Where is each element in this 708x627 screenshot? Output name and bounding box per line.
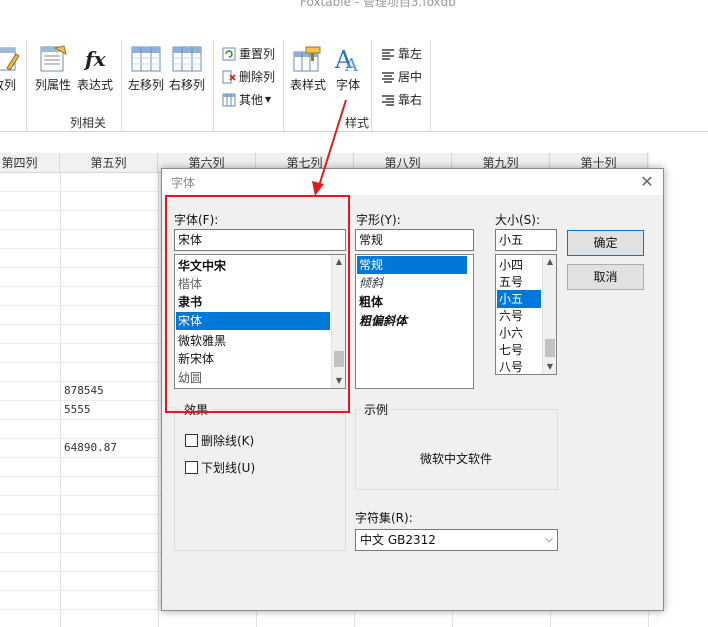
list-item[interactable]: 倾斜	[357, 274, 467, 292]
title-bar: Foxtable - 管理项目3.foxdb	[0, 0, 708, 14]
align-right-button[interactable]: 靠右	[381, 91, 422, 108]
ribbon-separator	[121, 40, 122, 132]
align-right-icon	[382, 94, 394, 106]
svg-text:A: A	[344, 55, 359, 74]
align-right-label: 靠右	[398, 93, 423, 107]
scrollbar[interactable]: ▲ ▼	[542, 255, 556, 374]
align-center-label: 居中	[398, 70, 423, 84]
list-item[interactable]: 五号	[497, 273, 541, 291]
move-left-label: 左移列	[127, 78, 164, 92]
list-item[interactable]: 常规	[357, 256, 467, 274]
font-style-label: 字形(Y):	[356, 213, 401, 227]
cancel-button[interactable]: 取消	[567, 264, 644, 290]
move-right-button[interactable]: 右移列	[167, 44, 207, 93]
align-center-icon	[382, 71, 394, 83]
ribbon-separator	[26, 40, 27, 132]
checkbox-box[interactable]	[185, 434, 198, 447]
delete-column-button[interactable]: 删除列	[222, 68, 275, 85]
list-item[interactable]: 小六	[497, 324, 541, 342]
list-item[interactable]: 八号	[497, 358, 541, 374]
ribbon-separator	[283, 40, 284, 132]
font-size-list[interactable]: 小四 五号 小五 六号 小六 七号 八号 ▲ ▼	[495, 254, 557, 375]
chevron-down-icon: ⌵	[545, 534, 553, 545]
scroll-down-icon[interactable]: ▼	[543, 360, 556, 374]
column-properties-button[interactable]: 列属性	[32, 44, 74, 93]
move-column-left-icon	[131, 46, 161, 72]
expression-label: 表达式	[76, 78, 113, 92]
list-item[interactable]: 小五	[497, 290, 541, 308]
delete-column-label: 删除列	[239, 70, 276, 84]
column-properties-label: 列属性	[34, 78, 71, 92]
delete-column-icon	[222, 70, 236, 83]
font-label: 字体	[335, 78, 360, 92]
checkbox-box[interactable]	[185, 461, 198, 474]
align-left-label: 靠左	[398, 47, 423, 61]
column-header[interactable]: 第四列	[0, 153, 60, 173]
font-size-input[interactable]: 小五	[495, 229, 557, 251]
move-right-label: 右移列	[168, 78, 205, 92]
dialog-title-bar: 字体 ✕	[162, 169, 663, 195]
strikethrough-checkbox[interactable]: 删除线(K)	[185, 432, 254, 449]
grid-table-icon	[222, 93, 236, 106]
grid-cell[interactable]: 5555	[64, 403, 91, 416]
table-style-label: 表样式	[289, 78, 326, 92]
ribbon-separator	[213, 40, 214, 132]
edit-column-icon	[0, 47, 19, 71]
align-left-button[interactable]: 靠左	[381, 45, 422, 62]
expression-button[interactable]: fx 表达式	[76, 44, 114, 93]
highlight-box	[165, 195, 350, 413]
function-fx-icon: fx	[83, 47, 107, 71]
list-item[interactable]: 粗体	[357, 293, 467, 311]
font-button[interactable]: A A 字体	[331, 44, 365, 93]
close-icon[interactable]: ✕	[637, 172, 657, 192]
column-properties-icon	[40, 45, 67, 72]
move-left-button[interactable]: 左移列	[127, 44, 165, 93]
list-item[interactable]: 七号	[497, 341, 541, 359]
strikethrough-label: 删除线(K)	[201, 434, 255, 448]
reset-columns-button[interactable]: 重置列	[222, 45, 275, 62]
window-title: Foxtable - 管理项目3.foxdb	[300, 0, 456, 9]
reset-columns-label: 重置列	[239, 47, 276, 61]
ribbon-separator	[371, 40, 372, 132]
reset-columns-icon	[222, 47, 236, 60]
move-column-right-icon	[172, 46, 202, 72]
scroll-up-icon[interactable]: ▲	[543, 255, 556, 269]
charset-value: 中文 GB2312	[360, 533, 436, 547]
dropdown-arrow-icon: ▼	[265, 95, 272, 104]
column-header[interactable]: 第五列	[60, 153, 158, 173]
align-left-icon	[382, 48, 394, 60]
list-item[interactable]: 小四	[497, 256, 541, 274]
group-label-column: 列相关	[70, 116, 107, 130]
table-style-button[interactable]: 表样式	[288, 44, 328, 93]
grid-cell[interactable]: 64890.87	[64, 441, 117, 454]
charset-select[interactable]: 中文 GB2312 ⌵	[355, 529, 558, 551]
font-a-icon: A A	[334, 46, 359, 74]
font-style-list[interactable]: 常规 倾斜 粗体 粗偏斜体	[355, 254, 474, 389]
charset-label: 字符集(R):	[355, 511, 413, 525]
edit-column-button[interactable]: 改列	[0, 44, 22, 93]
underline-checkbox[interactable]: 下划线(U)	[185, 459, 255, 476]
font-size-label: 大小(S):	[495, 213, 541, 227]
edit-column-label: 改列	[0, 78, 16, 92]
dialog-title: 字体	[171, 176, 196, 190]
other-menu-label: 其他	[239, 93, 264, 107]
ribbon: 改列 列属性 fx 表达式 左移列	[0, 14, 708, 132]
underline-label: 下划线(U)	[201, 461, 256, 475]
sample-label: 示例	[361, 401, 392, 418]
list-item[interactable]: 六号	[497, 307, 541, 325]
font-style-input[interactable]: 常规	[355, 229, 474, 251]
list-item[interactable]: 粗偏斜体	[357, 312, 467, 330]
scroll-thumb[interactable]	[545, 339, 555, 357]
grid-cell[interactable]: 878545	[64, 384, 104, 397]
group-label-style: 样式	[345, 116, 370, 130]
ok-button[interactable]: 确定	[567, 230, 644, 256]
ribbon-separator	[430, 40, 431, 132]
other-menu-button[interactable]: 其他 ▼	[222, 91, 271, 108]
svg-text:fx: fx	[83, 47, 107, 71]
table-style-icon	[293, 46, 321, 72]
sample-text: 微软中文软件	[420, 452, 493, 466]
align-center-button[interactable]: 居中	[381, 68, 422, 85]
effects-group	[174, 409, 346, 551]
